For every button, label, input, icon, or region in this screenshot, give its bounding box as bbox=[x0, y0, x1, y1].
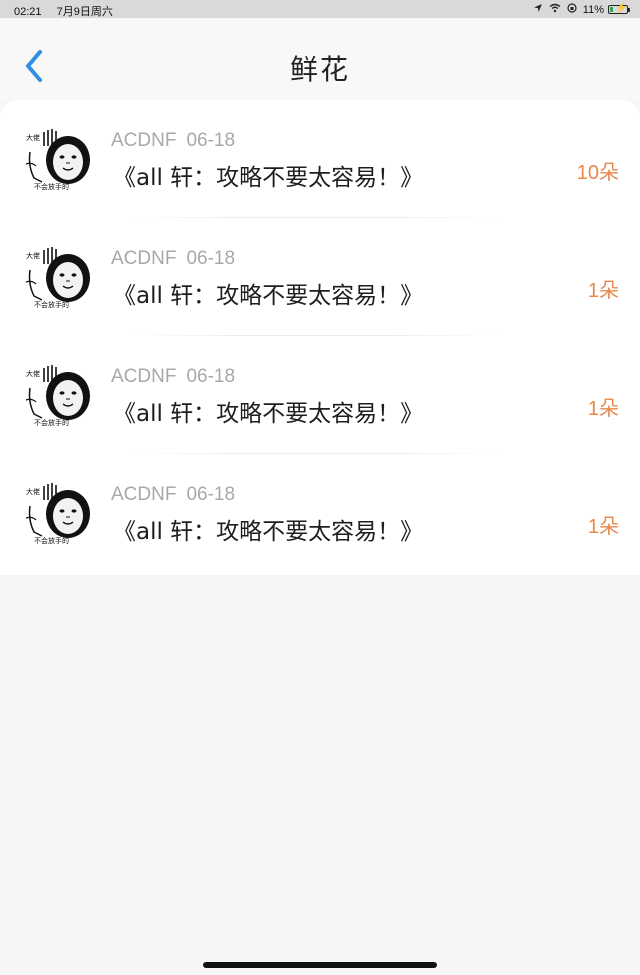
avatar-caption-top: 大佬 bbox=[26, 251, 40, 260]
list-item[interactable]: 大佬 不会放手的 ACDNF 06-18 《all 轩：攻略不要太容易！》 1朵 bbox=[0, 454, 640, 572]
item-title[interactable]: 《all 轩：攻略不要太容易！》 bbox=[113, 394, 423, 428]
list-item[interactable]: 大佬 不会放手的 ACDNF 06-18 《all 轩：攻略不要太容易！》 1朵 bbox=[0, 336, 640, 454]
avatar[interactable]: 大佬 不会放手的 bbox=[20, 362, 94, 428]
item-username[interactable]: ACDNF bbox=[111, 366, 176, 387]
wifi-icon bbox=[549, 3, 561, 16]
item-username[interactable]: ACDNF bbox=[111, 484, 176, 505]
page-title: 鲜花 bbox=[289, 53, 350, 86]
flower-count: 1朵 bbox=[587, 398, 619, 420]
item-meta: ACDNF 06-18 bbox=[111, 130, 235, 152]
avatar[interactable]: 大佬 不会放手的 bbox=[20, 126, 94, 192]
charging-bolt-icon: ⚡ bbox=[615, 3, 628, 14]
avatar-caption-top: 大佬 bbox=[26, 133, 40, 142]
item-username[interactable]: ACDNF bbox=[111, 130, 176, 151]
item-title[interactable]: 《all 轩：攻略不要太容易！》 bbox=[113, 158, 423, 192]
flower-list: 大佬 不会放手的 ACDNF 06-18 《all 轩：攻略不要太容易！》 10朵 bbox=[0, 100, 640, 575]
battery-percent: 11% bbox=[582, 3, 604, 16]
avatar-caption-bottom: 不会放手的 bbox=[34, 418, 69, 427]
avatar[interactable]: 大佬 不会放手的 bbox=[20, 244, 94, 310]
status-bar: 02:21 7月9日周六 11% ⚡ bbox=[0, 0, 640, 18]
item-username[interactable]: ACDNF bbox=[111, 248, 176, 269]
location-arrow-icon bbox=[533, 3, 543, 16]
status-right: 11% ⚡ bbox=[527, 3, 630, 16]
avatar-caption-bottom: 不会放手的 bbox=[34, 300, 69, 309]
avatar-caption-top: 大佬 bbox=[26, 369, 40, 378]
item-date: 06-18 bbox=[186, 130, 236, 151]
status-left: 02:21 7月9日周六 bbox=[14, 3, 113, 19]
avatar-caption-bottom: 不会放手的 bbox=[34, 536, 69, 545]
list-item[interactable]: 大佬 不会放手的 ACDNF 06-18 《all 轩：攻略不要太容易！》 1朵 bbox=[0, 218, 640, 336]
item-meta: ACDNF 06-18 bbox=[111, 248, 235, 270]
avatar-caption-bottom: 不会放手的 bbox=[34, 182, 69, 191]
item-date: 06-18 bbox=[186, 248, 236, 269]
flower-count: 1朵 bbox=[587, 280, 619, 302]
nav-bar: 鲜花 bbox=[0, 18, 640, 100]
status-date: 7月9日周六 bbox=[56, 6, 113, 18]
item-meta: ACDNF 06-18 bbox=[111, 484, 235, 506]
flower-count: 10朵 bbox=[576, 162, 619, 184]
item-title[interactable]: 《all 轩：攻略不要太容易！》 bbox=[113, 276, 423, 310]
item-title[interactable]: 《all 轩：攻略不要太容易！》 bbox=[113, 512, 423, 546]
flower-count: 1朵 bbox=[587, 516, 619, 538]
list-item[interactable]: 大佬 不会放手的 ACDNF 06-18 《all 轩：攻略不要太容易！》 10朵 bbox=[0, 100, 640, 218]
battery-fill bbox=[610, 7, 613, 12]
avatar-caption-top: 大佬 bbox=[26, 487, 40, 496]
avatar[interactable]: 大佬 不会放手的 bbox=[20, 480, 94, 546]
status-time: 02:21 bbox=[14, 6, 42, 18]
item-date: 06-18 bbox=[186, 484, 236, 505]
home-indicator[interactable] bbox=[203, 962, 437, 968]
battery-icon: ⚡ bbox=[608, 3, 630, 14]
item-meta: ACDNF 06-18 bbox=[111, 366, 235, 388]
orientation-lock-icon bbox=[567, 3, 577, 16]
item-date: 06-18 bbox=[186, 366, 236, 387]
